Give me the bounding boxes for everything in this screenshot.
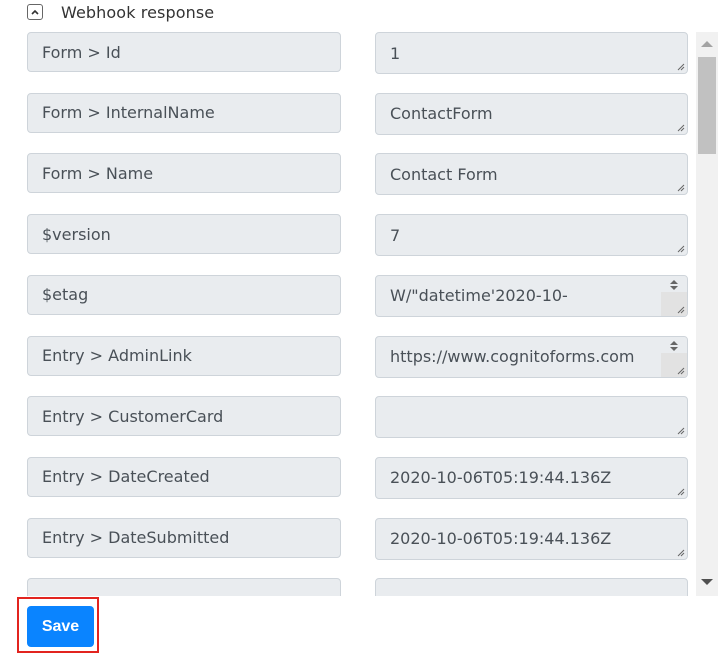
field-row: Form > Id 1: [0, 32, 690, 74]
field-value-text: W/"datetime'2020-10-: [390, 286, 568, 306]
scrollbar[interactable]: [696, 32, 718, 596]
field-label-input[interactable]: Entry > CustomerCard: [27, 396, 341, 437]
field-label-input[interactable]: Entry > AdminLink: [27, 335, 341, 376]
chevron-up-icon: [31, 9, 39, 15]
field-label-text: Entry > AdminLink: [42, 346, 192, 365]
resize-grip-icon[interactable]: [675, 304, 685, 314]
field-label-text: Entry > CustomerCard: [42, 406, 224, 426]
spinner-arrows-icon[interactable]: [669, 279, 679, 291]
field-label-text: Entry > DateCreated: [42, 467, 210, 487]
field-value-text: 7: [390, 225, 401, 245]
resize-grip-icon[interactable]: [675, 425, 685, 435]
scroll-down-icon[interactable]: [701, 579, 713, 585]
field-row: Entry > DateUpdated 2020-10-06T05:19:44.1…: [0, 578, 690, 596]
field-row: Entry > AdminLink https://www.cognitoform…: [0, 335, 690, 378]
field-label-input[interactable]: Entry > DateCreated: [27, 456, 341, 497]
resize-grip-icon[interactable]: [675, 243, 685, 253]
field-value-textarea[interactable]: 2020-10-06T05:19:44.136Z: [375, 578, 688, 596]
save-button[interactable]: Save: [27, 606, 94, 647]
field-row: $version 7: [0, 214, 690, 257]
field-label-input[interactable]: Form > InternalName: [27, 92, 341, 133]
field-row: Form > Name Contact Form: [0, 153, 690, 196]
field-label-text: Form > Name: [42, 163, 154, 183]
field-value-textarea[interactable]: ContactForm: [375, 92, 688, 135]
scroll-up-icon[interactable]: [701, 41, 713, 47]
field-value-textarea[interactable]: W/"datetime'2020-10-: [375, 274, 688, 317]
field-value-text: 1: [390, 43, 401, 63]
spinner-arrows-icon[interactable]: [669, 340, 679, 352]
field-value-text: ContactForm: [390, 104, 493, 124]
field-row: Form > InternalName ContactForm: [0, 92, 690, 135]
field-label-input[interactable]: $etag: [27, 274, 341, 315]
section-title: Webhook response: [61, 2, 215, 22]
field-value-textarea[interactable]: 1: [375, 32, 688, 74]
field-label-text: Form > Id: [42, 42, 121, 62]
scrollbar-thumb[interactable]: [698, 57, 716, 154]
field-label-text: $version: [42, 224, 111, 244]
field-value-text: 2020-10-06T05:19:44.136Z: [390, 529, 612, 549]
resize-grip-icon[interactable]: [675, 486, 685, 496]
field-label-input[interactable]: Entry > DateSubmitted: [27, 517, 341, 558]
field-value-text: 2020-10-06T05:19:44.136Z: [390, 468, 612, 488]
field-value-text: https://www.cognitoforms.com: [390, 347, 635, 366]
resize-grip-icon[interactable]: [675, 182, 685, 192]
field-row: Entry > DateSubmitted 2020-10-06T05:19:44…: [0, 517, 690, 560]
field-value-textarea[interactable]: https://www.cognitoforms.com: [375, 335, 688, 378]
section-header: Webhook response: [27, 0, 214, 24]
field-label-input[interactable]: $version: [27, 214, 341, 255]
resize-grip-icon[interactable]: [675, 365, 685, 375]
field-value-textarea[interactable]: Contact Form: [375, 153, 688, 196]
field-value-text: Contact Form: [390, 164, 498, 184]
field-label-text: Entry > DateSubmitted: [42, 528, 230, 548]
resize-grip-icon[interactable]: [675, 122, 685, 132]
field-label-input[interactable]: Entry > DateUpdated: [27, 578, 341, 596]
resize-grip-icon[interactable]: [675, 547, 685, 557]
field-mapping-list: Form > Id 1 Form > InternalName ContactForm…: [0, 32, 720, 596]
resize-grip-icon[interactable]: [675, 61, 685, 71]
field-row: $etag W/"datetime'2020-10-: [0, 274, 690, 317]
field-label-input[interactable]: Form > Name: [27, 153, 341, 194]
field-row: Entry > DateCreated 2020-10-06T05:19:44.1…: [0, 456, 690, 499]
field-value-textarea[interactable]: 2020-10-06T05:19:44.136Z: [375, 456, 688, 499]
field-value-textarea[interactable]: 2020-10-06T05:19:44.136Z: [375, 517, 688, 560]
field-value-textarea[interactable]: [375, 396, 688, 439]
collapse-section-button[interactable]: [27, 4, 43, 20]
field-label-text: Form > InternalName: [42, 103, 215, 123]
field-label-text: $etag: [42, 285, 89, 305]
field-label-input[interactable]: Form > Id: [27, 32, 341, 72]
field-row: Entry > CustomerCard: [0, 396, 690, 439]
field-value-textarea[interactable]: 7: [375, 214, 688, 257]
